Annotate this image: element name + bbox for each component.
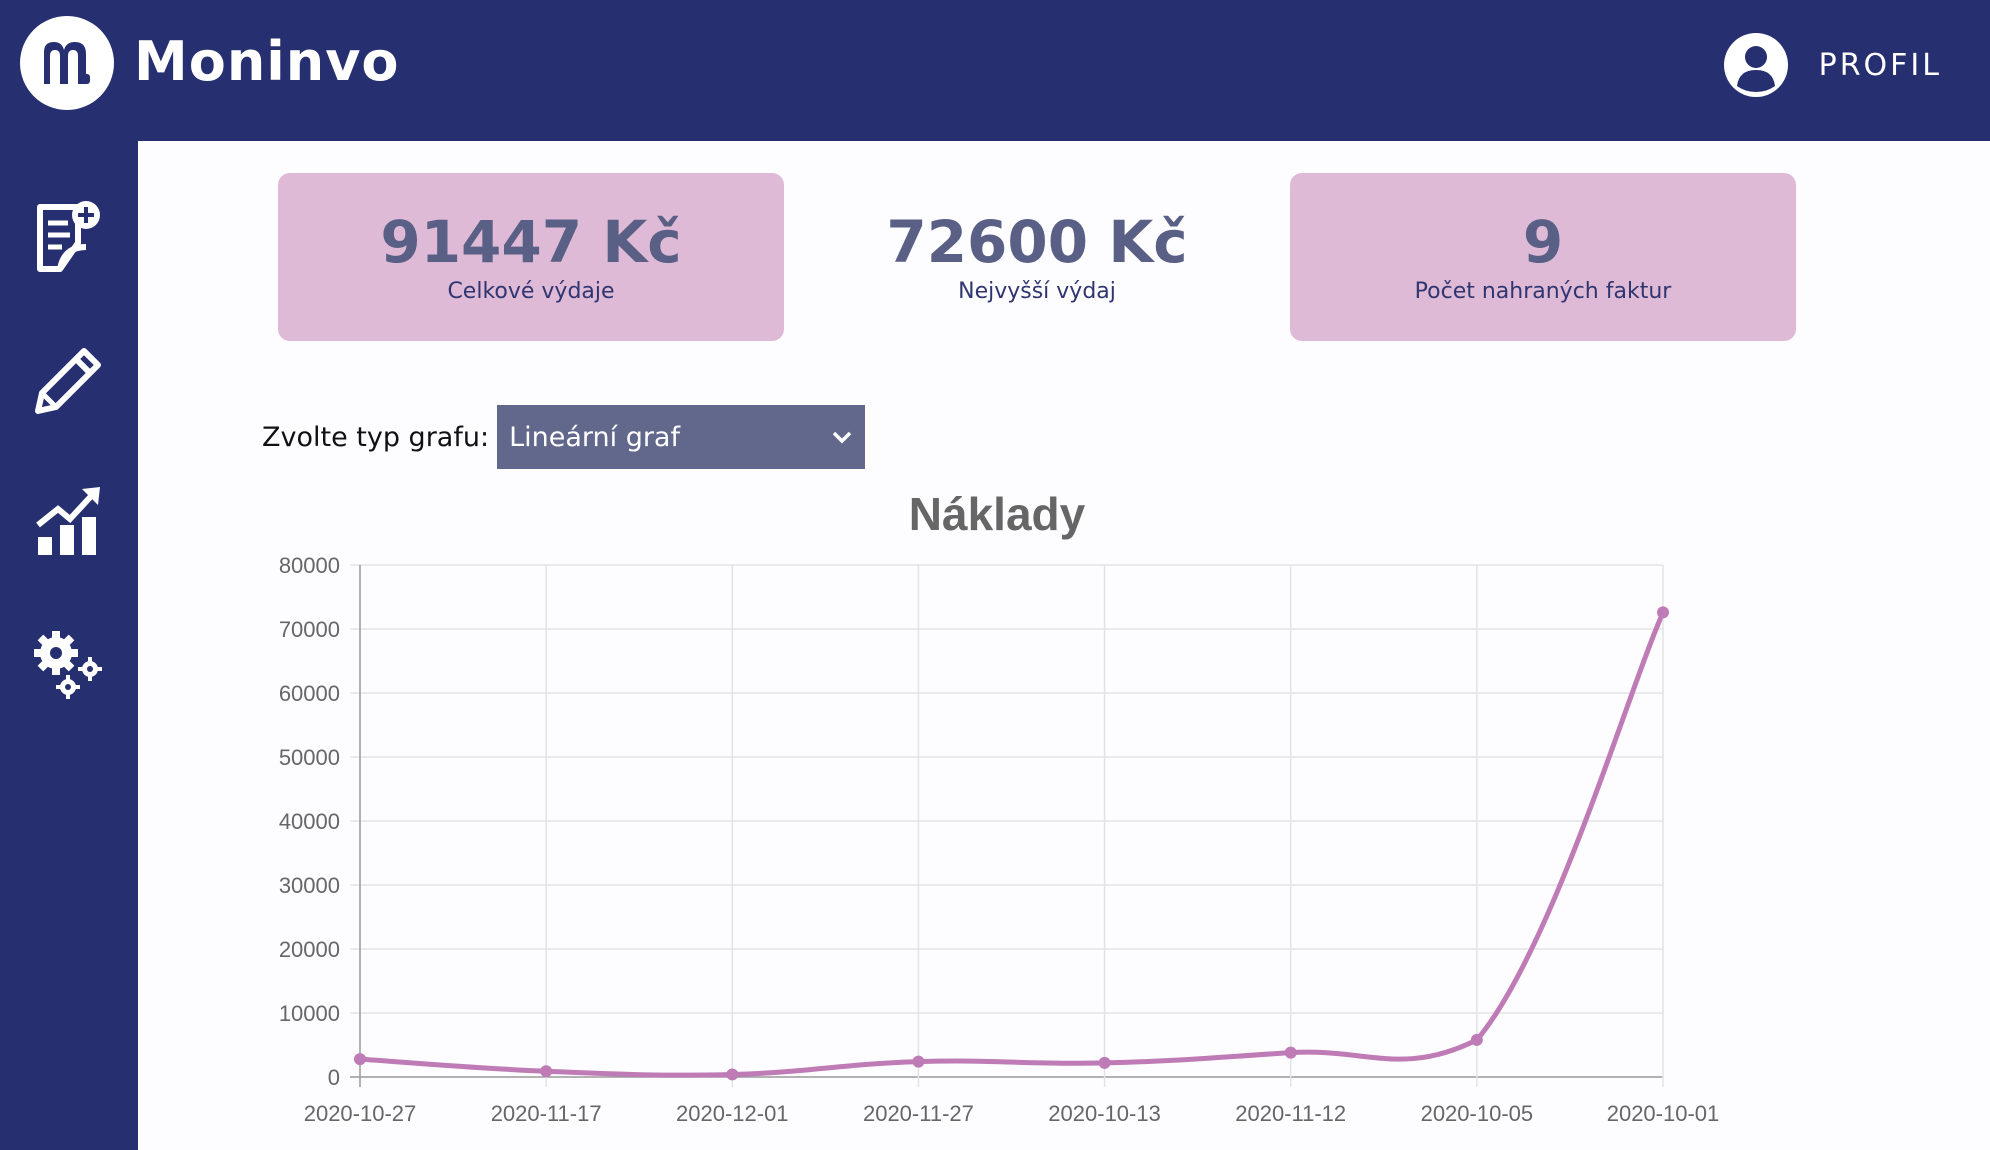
data-point — [354, 1053, 366, 1066]
y-tick-label: 50000 — [279, 745, 340, 770]
x-tick-label: 2020-10-01 — [1607, 1101, 1720, 1126]
chart-growth-icon[interactable] — [30, 483, 108, 561]
data-point — [1098, 1056, 1111, 1069]
logo-mark — [44, 42, 90, 84]
data-point — [540, 1065, 553, 1078]
x-tick-label: 2020-11-27 — [863, 1101, 974, 1126]
pencil-icon[interactable] — [30, 341, 108, 419]
line-chart: Náklady 0 10000 20000 30000 40000 50000 60000 7… — [279, 488, 1719, 1126]
chart-title: Náklady — [909, 488, 1086, 540]
settings-gears-icon[interactable] — [30, 625, 108, 703]
app-name: Moninvo — [134, 30, 400, 93]
data-point — [912, 1055, 925, 1068]
chart-grid — [350, 564, 1664, 1087]
x-tick-label: 2020-12-01 — [676, 1101, 789, 1126]
series-line — [359, 611, 1666, 1078]
y-tick-label: 0 — [328, 1065, 340, 1090]
y-tick-label: 10000 — [279, 1001, 340, 1026]
x-tick-label: 2020-10-13 — [1048, 1101, 1161, 1126]
y-tick-label: 80000 — [279, 553, 340, 578]
user-avatar-icon — [1723, 33, 1788, 97]
profile-button[interactable]: PROFIL — [1723, 30, 1942, 100]
data-point — [1470, 1033, 1483, 1046]
data-point — [726, 1068, 739, 1081]
sidebar — [0, 141, 138, 1150]
chart-axes: 0 10000 20000 30000 40000 50000 60000 70000 8000… — [279, 553, 1719, 1126]
x-tick-label: 2020-10-27 — [304, 1101, 417, 1126]
x-tick-label: 2020-10-05 — [1421, 1101, 1534, 1126]
y-tick-label: 60000 — [279, 681, 340, 706]
profile-label: PROFIL — [1818, 47, 1942, 83]
x-tick-label: 2020-11-12 — [1235, 1101, 1346, 1126]
data-point — [1657, 606, 1669, 619]
logo-icon[interactable] — [20, 16, 114, 110]
top-bar: Moninvo PROFIL — [0, 0, 1990, 141]
y-tick-label: 30000 — [279, 873, 340, 898]
x-tick-label: 2020-11-17 — [491, 1101, 602, 1126]
y-tick-label: 70000 — [279, 617, 340, 642]
main-content: 91447 Kč Celkové výdaje 72600 Kč Nejvyšš… — [138, 141, 1990, 1150]
add-invoice-icon[interactable] — [30, 199, 108, 277]
data-point — [1284, 1046, 1297, 1059]
chart-series — [354, 606, 1669, 1081]
y-tick-label: 20000 — [279, 937, 340, 962]
y-tick-label: 40000 — [279, 809, 340, 834]
